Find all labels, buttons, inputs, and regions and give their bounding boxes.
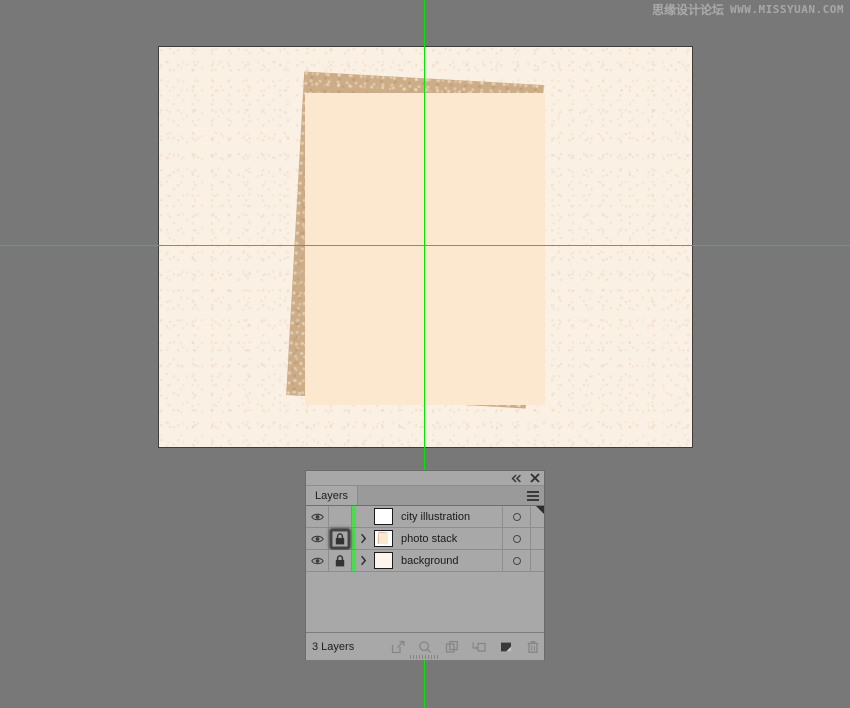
new-sublayer-icon[interactable] <box>445 640 459 654</box>
chevron-right-icon[interactable] <box>356 506 370 527</box>
layer-name-label[interactable]: photo stack <box>396 528 502 549</box>
layer-thumbnail-cell <box>370 550 396 571</box>
layers-panel[interactable]: Layers city illustration photo stack backg… <box>305 470 545 660</box>
tab-layers[interactable]: Layers <box>306 486 359 505</box>
layer-row[interactable]: photo stack <box>306 528 544 550</box>
selection-indicator-cell[interactable] <box>530 550 544 571</box>
lock-icon[interactable] <box>329 528 352 549</box>
new-sublayer-arrow-icon[interactable] <box>472 640 486 654</box>
lock-toggle-empty[interactable] <box>329 506 352 527</box>
layer-list[interactable]: city illustration photo stack background <box>306 506 544 633</box>
close-icon[interactable] <box>529 473 540 484</box>
watermark-url-text: WWW.MISSYUAN.COM <box>730 3 844 16</box>
selection-corner-marker <box>536 506 544 514</box>
target-circle-icon[interactable] <box>502 550 530 571</box>
magnifier-icon[interactable] <box>418 640 432 654</box>
artboard-canvas[interactable] <box>158 46 693 448</box>
target-ring <box>512 556 521 565</box>
watermark-chinese-text: 思缘设计论坛 <box>652 3 725 17</box>
front-photo-sheet[interactable] <box>305 93 545 405</box>
tab-layers-label: Layers <box>315 489 349 502</box>
lock-icon[interactable] <box>329 550 352 571</box>
clipping-mask-icon[interactable] <box>391 640 405 654</box>
trash-icon[interactable] <box>526 640 540 654</box>
panel-titlebar[interactable] <box>306 471 544 486</box>
layer-count-label: 3 Layers <box>312 640 355 653</box>
layer-thumbnail <box>373 508 393 525</box>
thumbnail-front-sheet <box>378 533 388 544</box>
forum-watermark: 思缘设计论坛 WWW.MISSYUAN.COM <box>652 1 844 18</box>
panel-resize-grip[interactable] <box>410 655 440 659</box>
target-circle-icon[interactable] <box>502 506 530 527</box>
panel-tabbar[interactable]: Layers <box>306 486 544 506</box>
panel-footer: 3 Layers <box>306 633 544 660</box>
chevron-right-icon[interactable] <box>356 550 370 571</box>
eye-icon[interactable] <box>306 528 329 549</box>
target-circle-icon[interactable] <box>502 528 530 549</box>
hamburger-menu-icon[interactable] <box>527 491 539 501</box>
target-ring <box>512 512 521 521</box>
layer-thumbnail <box>373 552 393 569</box>
layer-thumbnail-cell <box>370 506 396 527</box>
target-ring <box>512 534 521 543</box>
selection-indicator-cell[interactable] <box>530 506 544 527</box>
selection-indicator-cell[interactable] <box>530 528 544 549</box>
new-layer-icon[interactable] <box>499 640 513 654</box>
eye-icon[interactable] <box>306 550 329 571</box>
layer-name-label[interactable]: background <box>396 550 502 571</box>
double-chevron-left-icon[interactable] <box>511 473 522 484</box>
illustrator-workspace: 思缘设计论坛 WWW.MISSYUAN.COM Layers city illu… <box>0 0 850 708</box>
chevron-right-icon[interactable] <box>356 528 370 549</box>
layer-row[interactable]: city illustration <box>306 506 544 528</box>
eye-icon[interactable] <box>306 506 329 527</box>
layer-thumbnail-cell <box>370 528 396 549</box>
layer-thumbnail <box>373 530 393 547</box>
layer-name-label[interactable]: city illustration <box>396 506 502 527</box>
layer-row[interactable]: background <box>306 550 544 572</box>
